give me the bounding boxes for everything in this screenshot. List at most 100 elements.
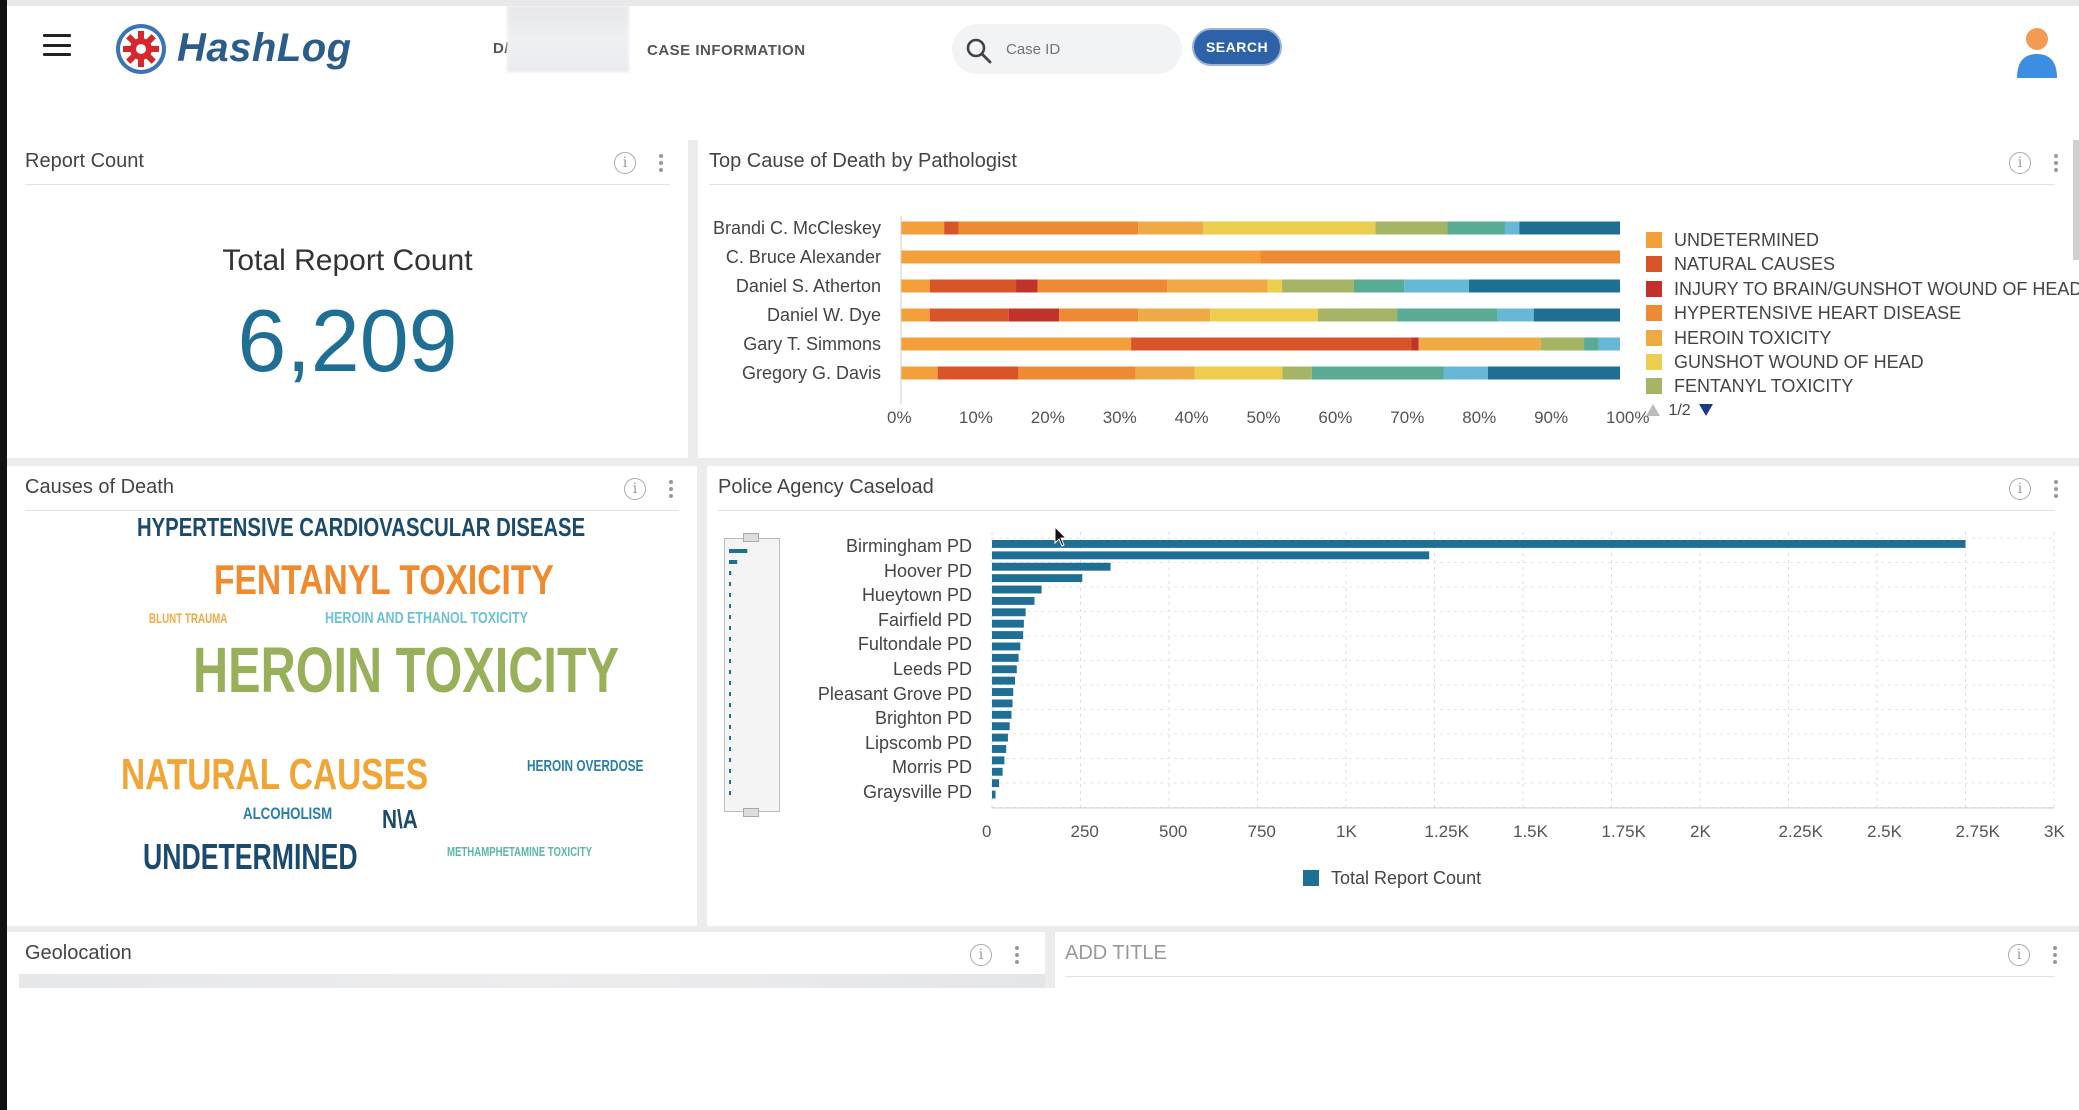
bar-segment[interactable] (1540, 337, 1585, 351)
bar-segment[interactable] (944, 221, 959, 235)
nav-case-information-link[interactable]: CASE INFORMATION (647, 42, 806, 59)
caseload-bar[interactable] (992, 745, 1007, 753)
caseload-bar[interactable] (992, 665, 1017, 674)
word-cloud-term[interactable]: N\A (382, 804, 418, 835)
bar-segment[interactable] (1504, 221, 1520, 235)
app-logo-text[interactable]: HashLog (177, 26, 352, 71)
bar-segment[interactable] (1418, 337, 1541, 351)
scrollbar-thumb[interactable] (2073, 140, 2079, 260)
caseload-bar[interactable] (992, 608, 1026, 617)
police-legend[interactable]: Total Report Count (1303, 868, 1481, 889)
bar-segment[interactable] (1210, 308, 1319, 322)
caseload-bar[interactable] (992, 676, 1016, 685)
bar-segment[interactable] (901, 250, 1261, 264)
case-id-input[interactable] (1006, 36, 1166, 62)
bar-segment[interactable] (1138, 221, 1203, 235)
pager-down-icon[interactable] (1699, 404, 1714, 416)
bar-segment[interactable] (958, 221, 1139, 235)
bar-segment[interactable] (1194, 366, 1283, 380)
word-cloud-term[interactable]: HEROIN TOXICITY (193, 633, 619, 707)
bar-segment[interactable] (929, 279, 1017, 293)
bar-segment[interactable] (901, 337, 1132, 351)
search-button[interactable]: SEARCH (1192, 28, 1282, 66)
word-cloud-term[interactable]: HYPERTENSIVE CARDIOVASCULAR DISEASE (137, 512, 585, 543)
bar-segment[interactable] (1519, 221, 1620, 235)
legend-item[interactable]: FENTANYL TOXICITY (1646, 376, 1853, 397)
caseload-bar[interactable] (992, 699, 1013, 708)
bar-segment[interactable] (1397, 308, 1498, 322)
bar-segment[interactable] (929, 308, 1009, 322)
kebab-menu-icon[interactable] (1014, 946, 1020, 964)
word-cloud-term[interactable]: BLUNT TRAUMA (149, 610, 227, 626)
bar-segment[interactable] (1584, 337, 1599, 351)
caseload-bar[interactable] (992, 631, 1024, 640)
caseload-bar[interactable] (992, 540, 1966, 548)
legend-pager[interactable]: 1/2 (1646, 402, 1714, 420)
word-cloud-term[interactable]: UNDETERMINED (143, 836, 358, 878)
bar-segment[interactable] (1008, 308, 1060, 322)
bar-segment[interactable] (1533, 308, 1620, 322)
caseload-bar[interactable] (992, 653, 1019, 662)
map-preview[interactable] (19, 974, 1045, 988)
legend-item[interactable]: HEROIN TOXICITY (1646, 328, 1831, 349)
bar-segment[interactable] (1202, 221, 1376, 235)
bar-segment[interactable] (1443, 366, 1488, 380)
legend-item[interactable]: GUNSHOT WOUND OF HEAD (1646, 352, 1924, 373)
caseload-bar[interactable] (992, 619, 1024, 628)
caseload-bar[interactable] (992, 642, 1021, 651)
caseload-bar[interactable] (992, 790, 996, 799)
caseload-bar[interactable] (992, 596, 1035, 605)
caseload-bar[interactable] (992, 688, 1014, 696)
word-cloud-term[interactable]: FENTANYL TOXICITY (214, 556, 554, 604)
word-cloud-term[interactable]: NATURAL CAUSES (121, 750, 428, 800)
bar-segment[interactable] (901, 366, 938, 380)
caseload-bar[interactable] (992, 733, 1008, 742)
bar-segment[interactable] (1059, 308, 1139, 322)
pager-up-icon[interactable] (1646, 404, 1660, 416)
bar-segment[interactable] (901, 221, 945, 235)
legend-item[interactable]: INJURY TO BRAIN/GUNSHOT WOUND OF HEAD (1646, 279, 2079, 300)
bar-segment[interactable] (1260, 250, 1621, 264)
bar-segment[interactable] (937, 366, 1019, 380)
legend-item[interactable]: UNDETERMINED (1646, 230, 1819, 251)
bar-segment[interactable] (1487, 366, 1620, 380)
bar-segment[interactable] (1598, 337, 1620, 351)
user-avatar-icon[interactable] (2015, 26, 2059, 80)
kebab-menu-icon[interactable] (658, 154, 664, 172)
caseload-bar[interactable] (992, 779, 1000, 788)
bar-segment[interactable] (1267, 279, 1283, 293)
bar-segment[interactable] (1469, 279, 1620, 293)
bar-segment[interactable] (1018, 366, 1136, 380)
kebab-menu-icon[interactable] (2052, 946, 2058, 964)
word-cloud-term[interactable]: METHAMPHETAMINE TOXICITY (447, 844, 592, 859)
bar-segment[interactable] (1037, 279, 1168, 293)
bar-segment[interactable] (1411, 337, 1419, 351)
info-icon[interactable]: i (614, 152, 636, 174)
bar-segment[interactable] (1375, 221, 1448, 235)
caseload-bar[interactable] (992, 585, 1042, 594)
bar-segment[interactable] (1497, 308, 1534, 322)
bar-segment[interactable] (1404, 279, 1470, 293)
caseload-bar[interactable] (992, 551, 1430, 560)
info-icon[interactable]: i (624, 478, 646, 500)
bar-segment[interactable] (901, 308, 930, 322)
info-icon[interactable]: i (2008, 944, 2030, 966)
bar-segment[interactable] (1282, 366, 1312, 380)
bar-segment[interactable] (1311, 366, 1444, 380)
bar-segment[interactable] (1353, 279, 1405, 293)
bar-segment[interactable] (1447, 221, 1505, 235)
word-cloud-term[interactable]: HEROIN AND ETHANOL TOXICITY (325, 610, 528, 628)
legend-item[interactable]: HYPERTENSIVE HEART DISEASE (1646, 303, 1961, 324)
bar-segment[interactable] (901, 279, 930, 293)
panel-title[interactable]: ADD TITLE (1065, 942, 1167, 965)
bar-segment[interactable] (1016, 279, 1038, 293)
bar-segment[interactable] (1282, 279, 1354, 293)
info-icon[interactable]: i (970, 944, 992, 966)
word-cloud-term[interactable]: HEROIN OVERDOSE (527, 758, 643, 776)
caseload-bar[interactable] (992, 756, 1005, 765)
bar-segment[interactable] (1138, 308, 1211, 322)
bar-segment[interactable] (1131, 337, 1412, 351)
caseload-bar[interactable] (992, 722, 1010, 731)
hamburger-menu-icon[interactable] (43, 34, 71, 56)
bar-segment[interactable] (1135, 366, 1195, 380)
